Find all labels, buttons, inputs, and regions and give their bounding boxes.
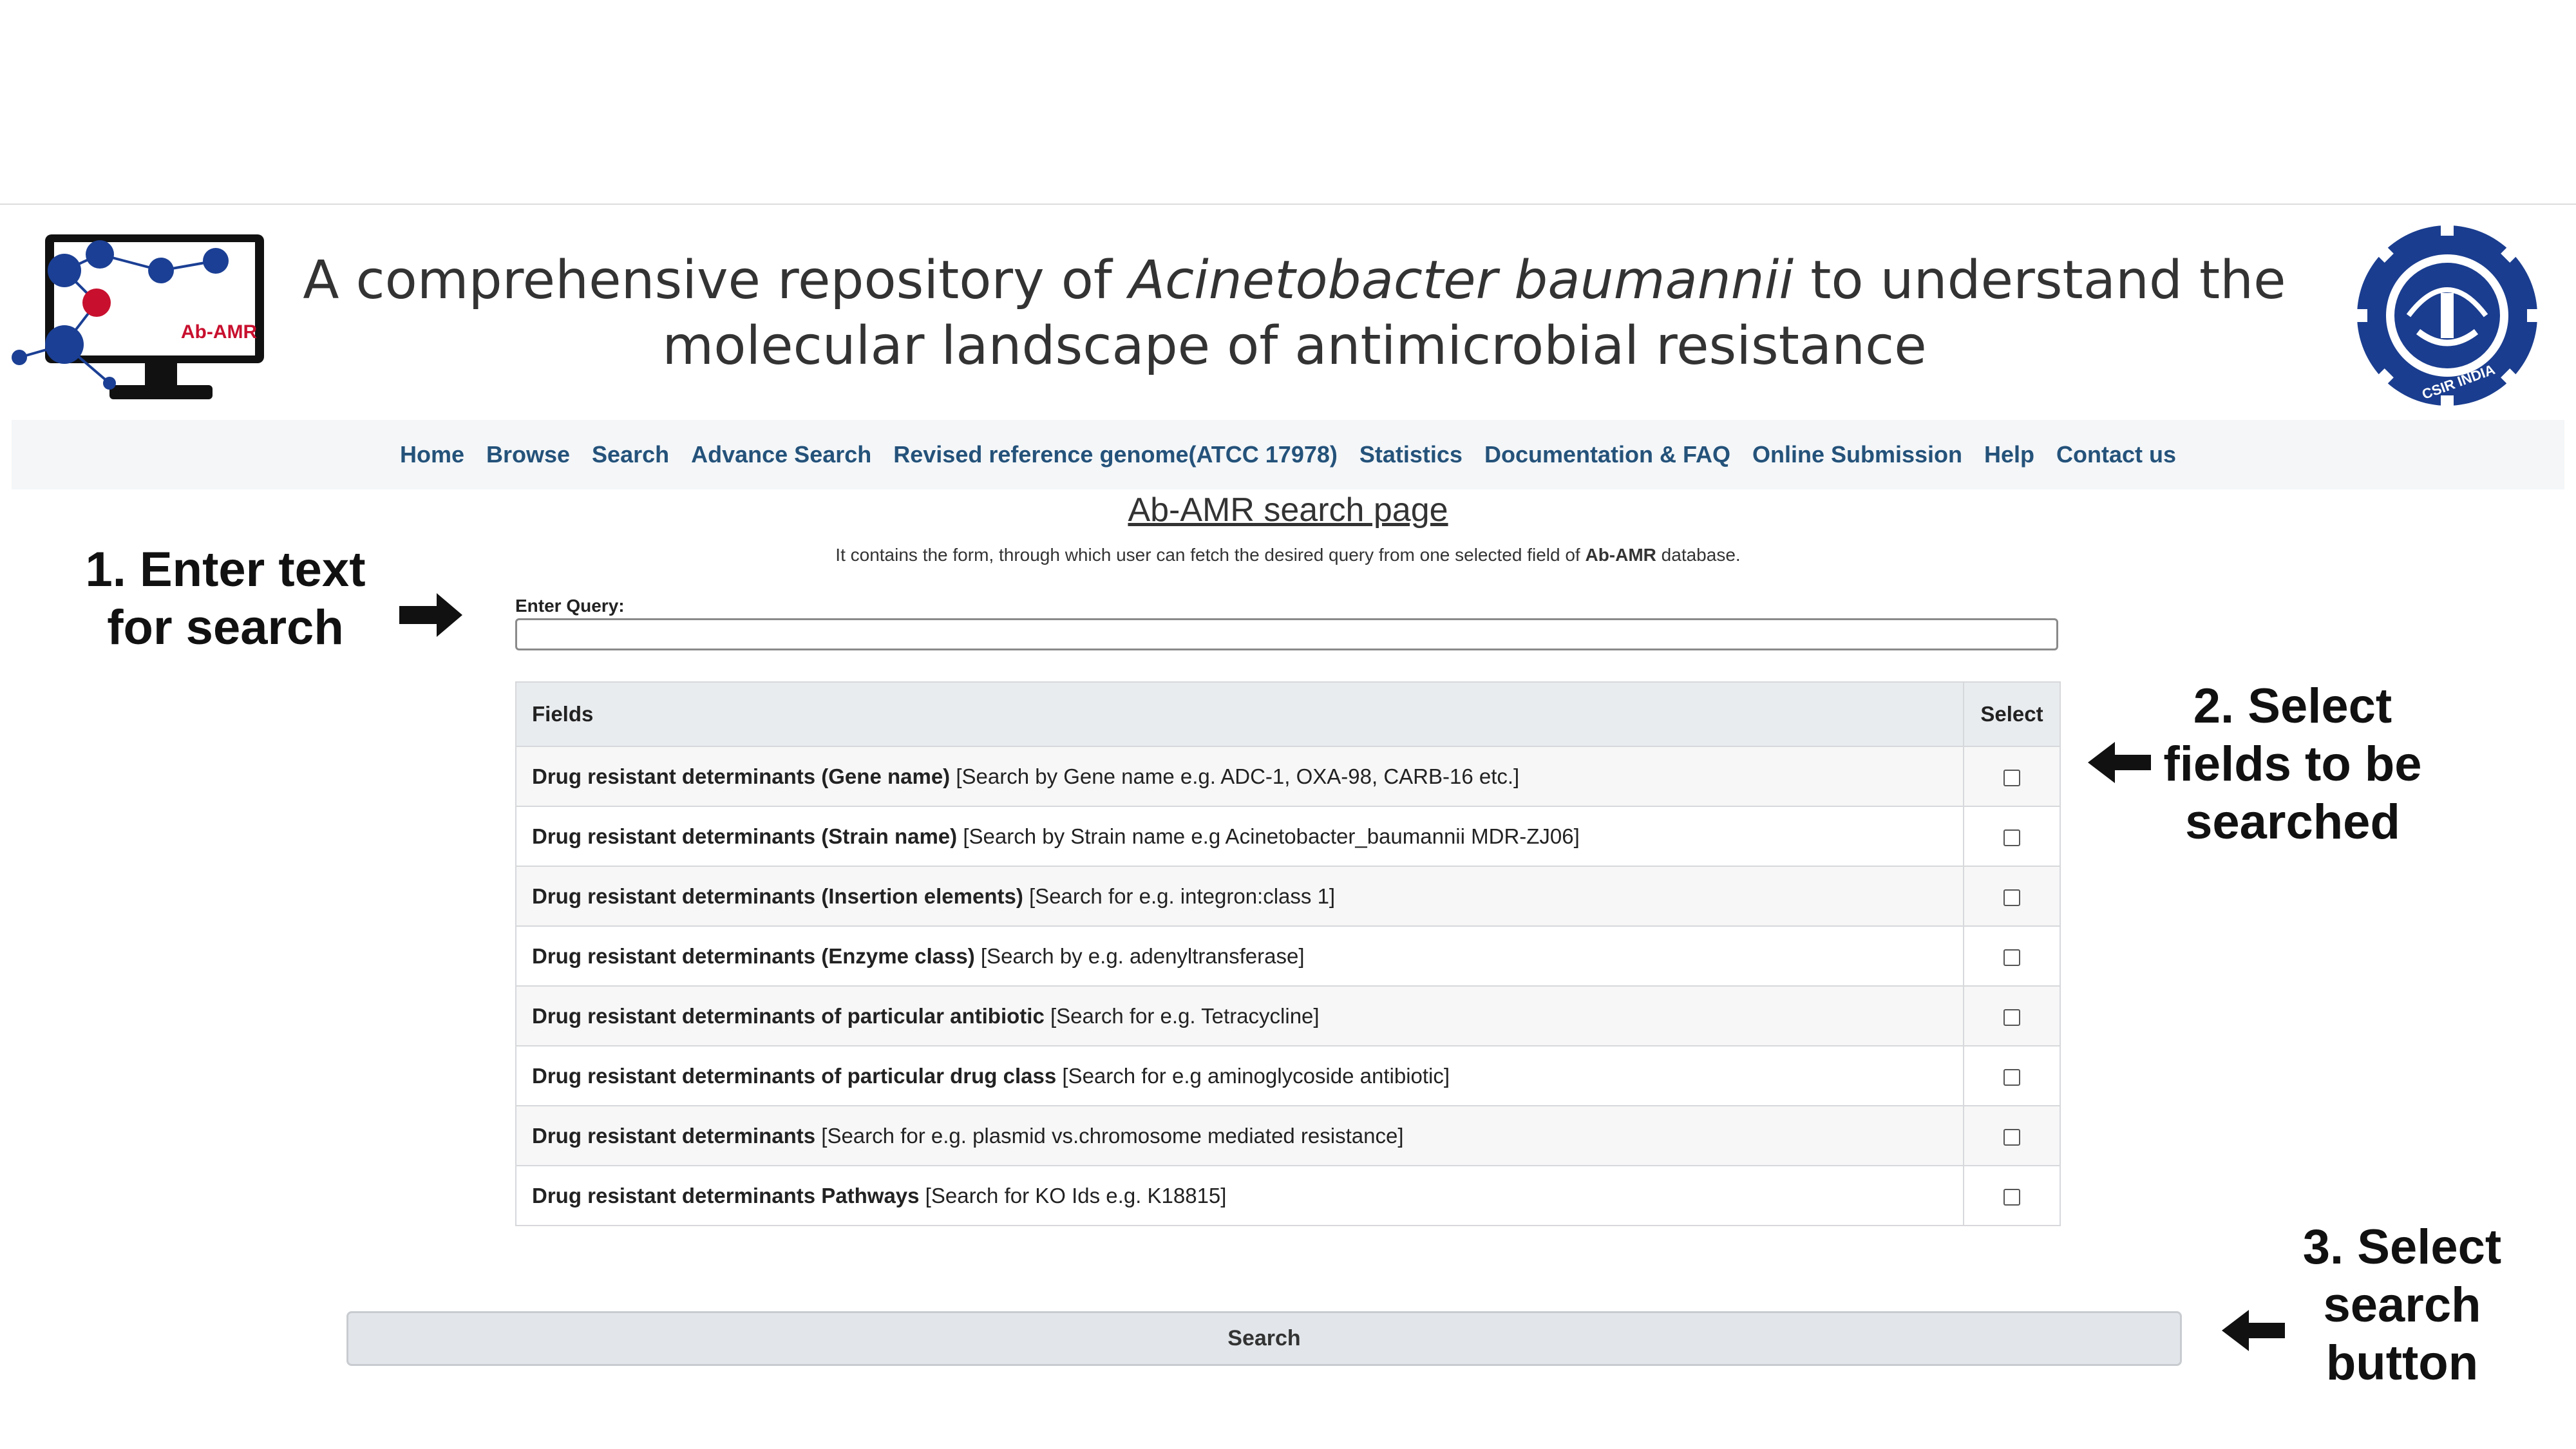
select-cell xyxy=(1963,866,2061,927)
select-cell xyxy=(1963,1045,2061,1106)
fields-table: Fields Select Drug resistant determinant… xyxy=(515,681,2061,1226)
field-checkbox-strain-name[interactable] xyxy=(2003,829,2020,846)
ab-amr-logo[interactable]: Ab-AMR xyxy=(6,232,270,406)
arrow-right-icon xyxy=(399,593,462,637)
field-cell: Drug resistant determinants of particula… xyxy=(515,985,1964,1046)
field-checkbox-mediated-resistance[interactable] xyxy=(2003,1128,2020,1146)
arrow-left-icon xyxy=(2222,1310,2285,1351)
table-row: Drug resistant determinants of particula… xyxy=(515,985,2061,1046)
select-cell xyxy=(1963,1165,2061,1226)
search-button[interactable]: Search xyxy=(346,1311,2182,1366)
title-part-1: A comprehensive repository of xyxy=(303,250,1129,311)
field-hint: [Search by Strain name e.g Acinetobacter… xyxy=(957,824,1580,848)
annotation-step-2: 2. Select fields to be searched xyxy=(2125,677,2460,851)
field-title: Drug resistant determinants Pathways xyxy=(532,1183,920,1208)
select-cell xyxy=(1963,1105,2061,1166)
field-title: Drug resistant determinants (Gene name) xyxy=(532,764,951,788)
table-row: Drug resistant determinants (Insertion e… xyxy=(515,866,2061,927)
nav-online-submission[interactable]: Online Submission xyxy=(1752,441,1962,468)
field-hint: [Search for e.g. integron:class 1] xyxy=(1023,884,1336,908)
field-hint: [Search by Gene name e.g. ADC-1, OXA-98,… xyxy=(950,764,1520,788)
nav-advance-search[interactable]: Advance Search xyxy=(691,441,871,468)
desc-text-2: database. xyxy=(1656,545,1741,565)
field-title: Drug resistant determinants (Strain name… xyxy=(532,824,958,848)
desc-db-name: Ab-AMR xyxy=(1585,545,1656,565)
csir-emblem[interactable]: CSIR INDIA xyxy=(2331,219,2563,412)
field-cell: Drug resistant determinants [Search for … xyxy=(515,1105,1964,1166)
nav-home[interactable]: Home xyxy=(400,441,464,468)
field-cell: Drug resistant determinants (Strain name… xyxy=(515,806,1964,867)
field-hint: [Search for KO Ids e.g. K18815] xyxy=(919,1183,1227,1208)
field-title: Drug resistant determinants of particula… xyxy=(532,1003,1045,1028)
nav-statistics[interactable]: Statistics xyxy=(1359,441,1463,468)
field-checkbox-pathways[interactable] xyxy=(2003,1188,2020,1206)
nav-browse[interactable]: Browse xyxy=(486,441,570,468)
select-cell xyxy=(1963,985,2061,1046)
field-title: Drug resistant determinants (Insertion e… xyxy=(532,884,1023,908)
annotation-step-3: 3. Select search button xyxy=(2267,1218,2537,1392)
nav-search[interactable]: Search xyxy=(592,441,669,468)
select-cell xyxy=(1963,806,2061,867)
field-checkbox-insertion-elements[interactable] xyxy=(2003,889,2020,906)
field-cell: Drug resistant determinants (Insertion e… xyxy=(515,866,1964,927)
logo-text: Ab-AMR xyxy=(181,321,258,343)
annotation-line: 3. Select xyxy=(2302,1220,2502,1274)
field-title: Drug resistant determinants (Enzyme clas… xyxy=(532,943,975,968)
field-checkbox-gene-name[interactable] xyxy=(2003,769,2020,786)
field-cell: Drug resistant determinants Pathways [Se… xyxy=(515,1165,1964,1226)
table-row: Drug resistant determinants of particula… xyxy=(515,1045,2061,1106)
annotation-line: for search xyxy=(107,600,344,655)
field-hint: [Search for e.g aminoglycoside antibioti… xyxy=(1056,1063,1450,1088)
nav-contact-us[interactable]: Contact us xyxy=(2056,441,2176,468)
field-checkbox-drug-class[interactable] xyxy=(2003,1068,2020,1086)
desc-text-1: It contains the form, through which user… xyxy=(835,545,1586,565)
field-hint: [Search for e.g. plasmid vs.chromosome m… xyxy=(815,1123,1404,1148)
query-label: Enter Query: xyxy=(515,596,625,616)
select-cell xyxy=(1963,746,2061,807)
field-cell: Drug resistant determinants (Gene name) … xyxy=(515,746,1964,807)
nav-help[interactable]: Help xyxy=(1984,441,2034,468)
table-header-row: Fields Select xyxy=(515,681,2061,747)
nav-revised-reference-genome[interactable]: Revised reference genome(ATCC 17978) xyxy=(893,441,1338,468)
field-checkbox-enzyme-class[interactable] xyxy=(2003,949,2020,966)
field-hint: [Search for e.g. Tetracycline] xyxy=(1044,1003,1320,1028)
table-row: Drug resistant determinants (Strain name… xyxy=(515,806,2061,867)
annotation-line: 1. Enter text xyxy=(85,542,366,597)
main-nav: Home Browse Search Advance Search Revise… xyxy=(12,420,2564,489)
nav-documentation-faq[interactable]: Documentation & FAQ xyxy=(1484,441,1730,468)
page-title: Ab-AMR search page xyxy=(1128,491,1448,529)
annotation-line: search xyxy=(2323,1278,2481,1332)
field-title: Drug resistant determinants xyxy=(532,1123,816,1148)
annotation-line: fields to be xyxy=(2163,737,2422,791)
field-hint: [Search by e.g. adenyltransferase] xyxy=(974,943,1305,968)
select-column-header: Select xyxy=(1963,681,2061,747)
select-cell xyxy=(1963,925,2061,987)
annotation-line: button xyxy=(2325,1336,2479,1390)
page-description: It contains the form, through which user… xyxy=(0,545,2576,565)
annotation-step-1: 1. Enter text for search xyxy=(64,541,386,657)
table-row: Drug resistant determinants Pathways [Se… xyxy=(515,1165,2061,1226)
table-row: Drug resistant determinants [Search for … xyxy=(515,1105,2061,1166)
table-row: Drug resistant determinants (Enzyme clas… xyxy=(515,925,2061,987)
field-title: Drug resistant determinants of particula… xyxy=(532,1063,1057,1088)
field-cell: Drug resistant determinants of particula… xyxy=(515,1045,1964,1106)
field-checkbox-antibiotic[interactable] xyxy=(2003,1009,2020,1026)
query-input[interactable] xyxy=(515,618,2058,650)
annotation-line: 2. Select xyxy=(2193,679,2392,734)
top-divider xyxy=(0,204,2576,205)
field-cell: Drug resistant determinants (Enzyme clas… xyxy=(515,925,1964,987)
table-row: Drug resistant determinants (Gene name) … xyxy=(515,746,2061,807)
site-title: A comprehensive repository of Acinetobac… xyxy=(270,248,2318,379)
annotation-line: searched xyxy=(2185,795,2400,849)
fields-column-header: Fields xyxy=(515,681,1964,747)
arrow-left-icon xyxy=(2088,742,2151,783)
title-species: Acinetobacter baumannii xyxy=(1128,250,1794,311)
